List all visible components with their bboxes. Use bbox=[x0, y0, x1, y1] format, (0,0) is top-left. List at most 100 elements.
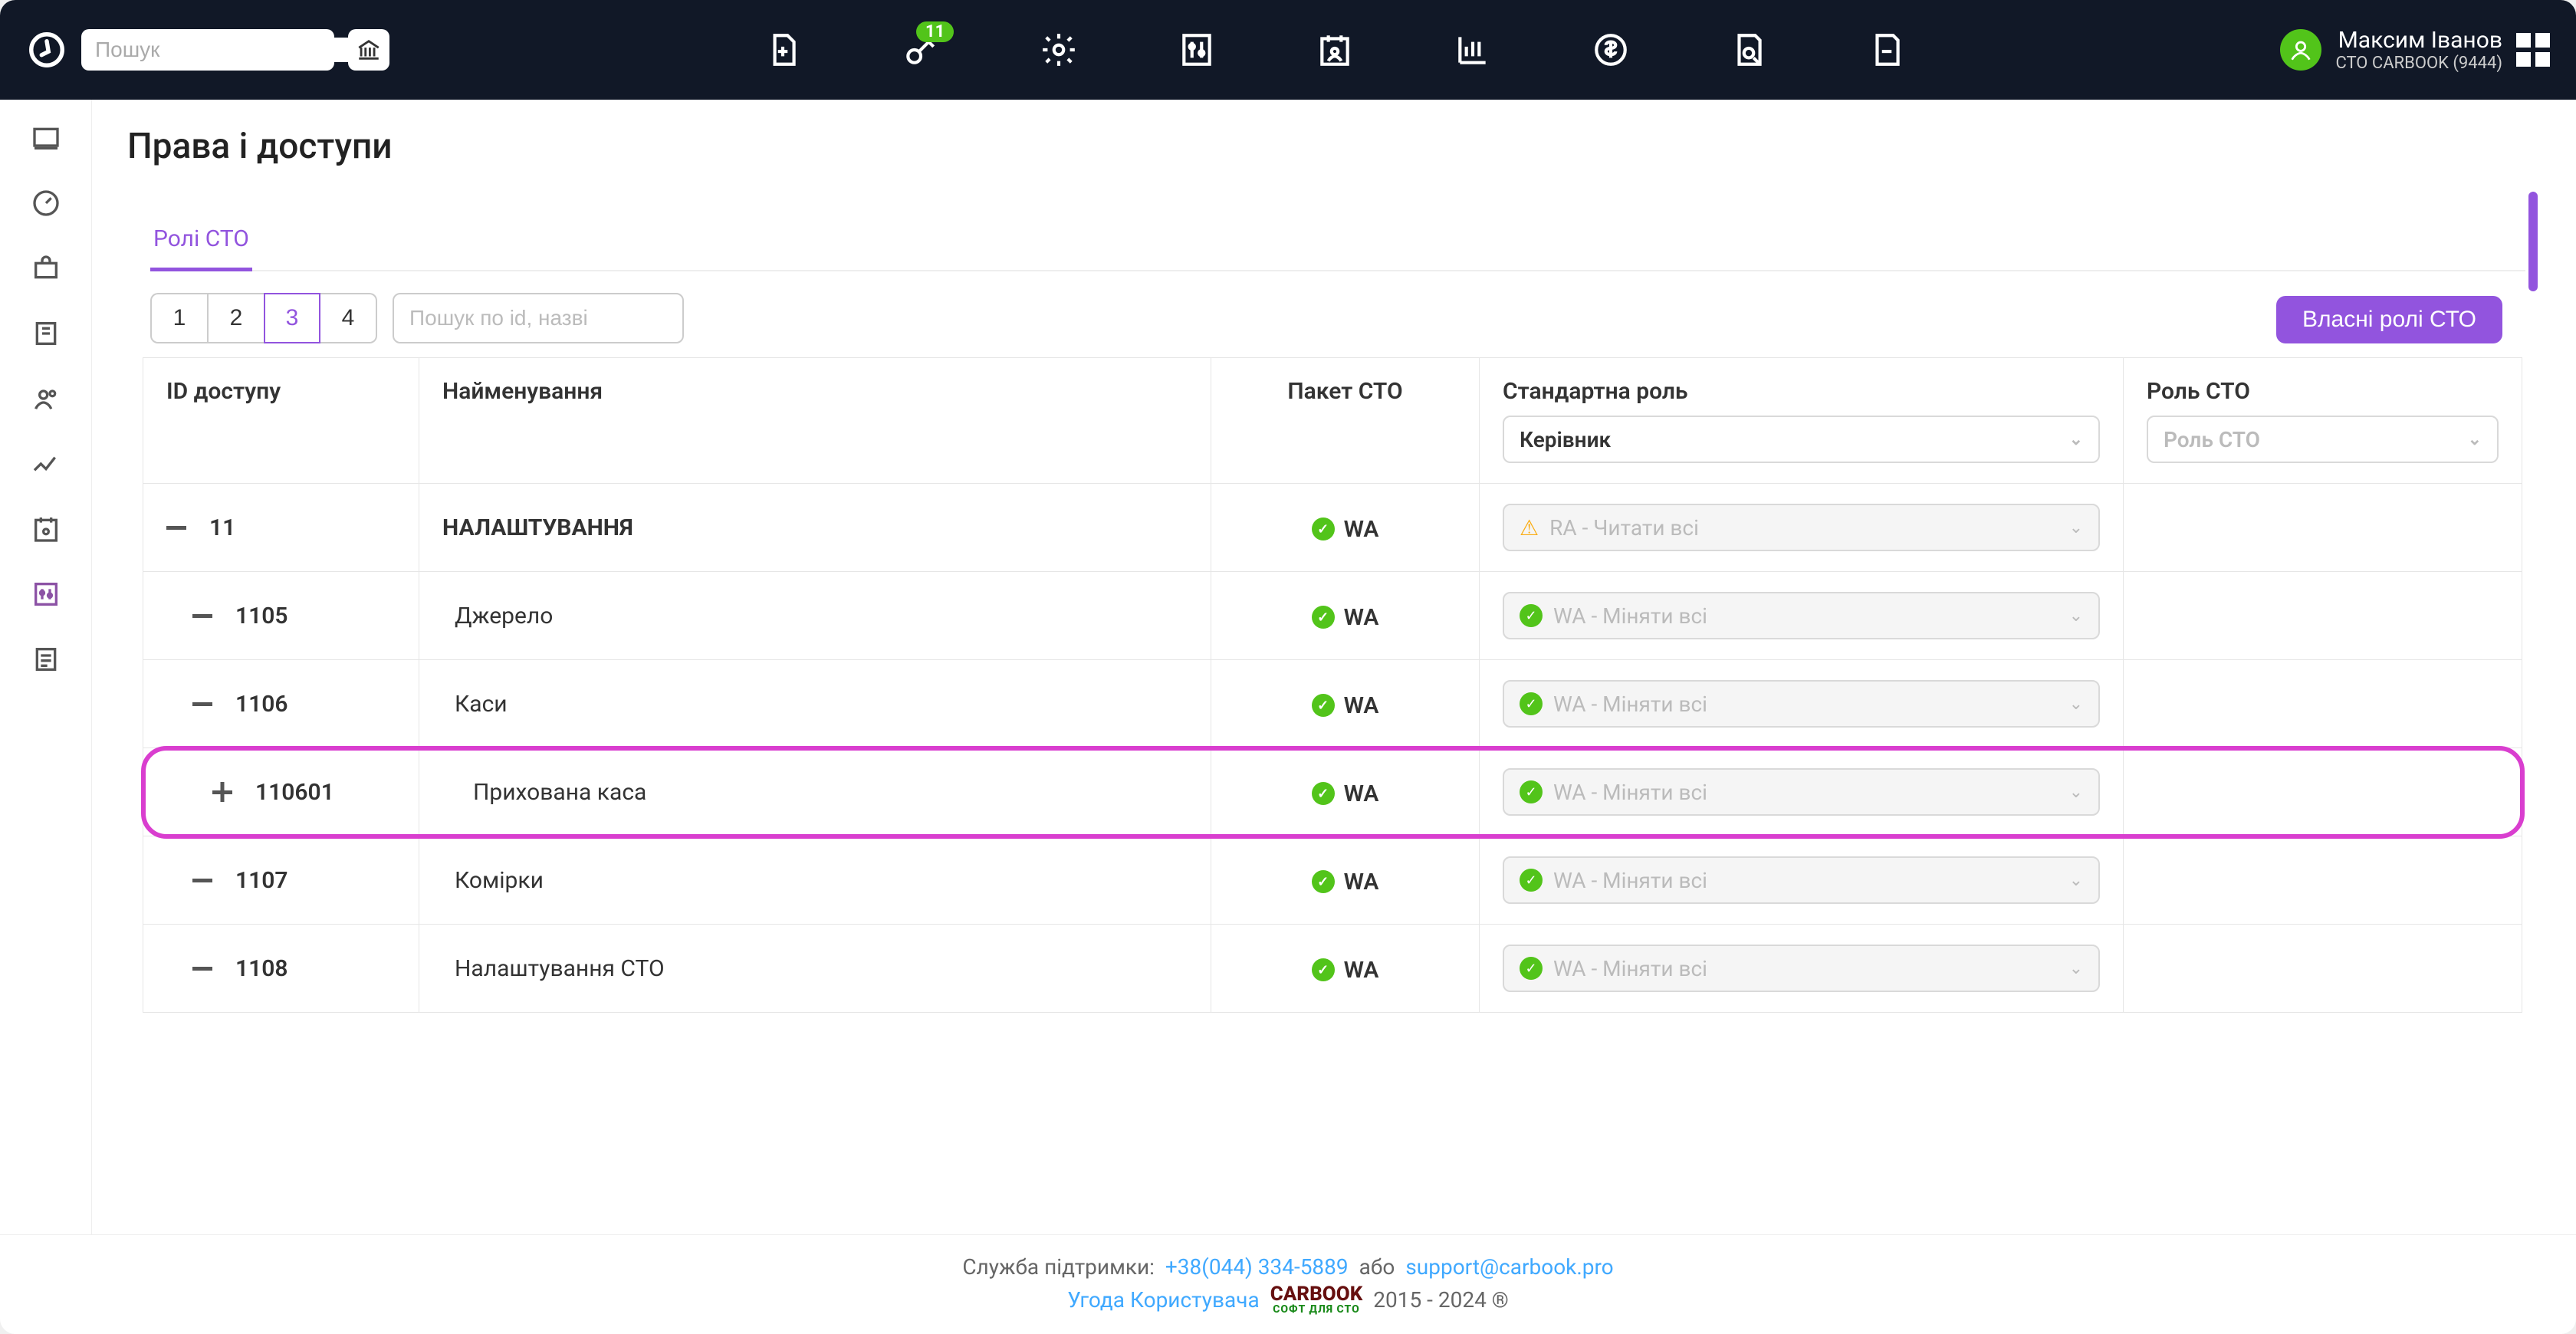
chevron-down-icon: ⌄ bbox=[2468, 430, 2482, 449]
sidebar-users-icon[interactable] bbox=[31, 383, 61, 414]
row-name: Джерело bbox=[442, 603, 1188, 629]
table-row: 1107КоміркиWAWA - Міняти всі⌄ bbox=[143, 836, 2522, 925]
check-icon bbox=[1520, 604, 1543, 627]
row-std-label: WA - Міняти всі bbox=[1553, 868, 1707, 893]
calendar-user-icon[interactable] bbox=[1316, 31, 1354, 69]
page-3[interactable]: 3 bbox=[264, 293, 320, 343]
row-std-select[interactable]: WA - Міняти всі⌄ bbox=[1503, 768, 2100, 816]
row-std-select[interactable]: WA - Міняти всі⌄ bbox=[1503, 592, 2100, 639]
permissions-table: ID доступу Найменування Пакет СТО Станда… bbox=[143, 357, 2522, 1013]
user-info[interactable]: Максим Іванов СТО CARBOOK (9444) bbox=[2335, 27, 2502, 73]
check-icon bbox=[1520, 957, 1543, 980]
check-icon bbox=[1520, 692, 1543, 715]
collapse-icon[interactable] bbox=[166, 526, 186, 530]
row-name: Каси bbox=[442, 691, 1188, 718]
th-pkg: Пакет СТО bbox=[1211, 358, 1480, 484]
footer-years: 2015 - 2024 ® bbox=[1373, 1287, 1508, 1313]
row-pkg: WA bbox=[1344, 692, 1379, 719]
row-pkg: WA bbox=[1344, 957, 1379, 984]
table-row: 1106 Каси WA WA - Міняти всі⌄ bbox=[143, 660, 2522, 748]
sidebar-dashboard-icon[interactable] bbox=[31, 123, 61, 153]
collapse-icon[interactable] bbox=[192, 967, 212, 971]
sidebar-calendar-icon[interactable] bbox=[31, 514, 61, 544]
chart-icon[interactable] bbox=[1454, 31, 1492, 69]
row-id: 11 bbox=[209, 514, 235, 541]
row-std-label: RA - Читати всі bbox=[1549, 515, 1699, 540]
user-name: Максим Іванов bbox=[2338, 27, 2502, 54]
row-name: Налаштування СТО bbox=[442, 955, 1188, 982]
row-std-label: WA - Міняти всі bbox=[1553, 603, 1707, 629]
content-panel: Ролі СТО 1234 Власні ролі СТО bbox=[127, 190, 2541, 1234]
chevron-down-icon: ⌄ bbox=[2069, 518, 2083, 537]
support-phone[interactable]: +38(044) 334-5889 bbox=[1165, 1254, 1349, 1280]
global-search[interactable] bbox=[81, 29, 334, 71]
row-std-select[interactable]: ⚠ RA - Читати всі ⌄ bbox=[1503, 504, 2100, 551]
logo-icon[interactable] bbox=[26, 29, 67, 71]
row-id: 1107 bbox=[235, 867, 288, 894]
new-document-icon[interactable] bbox=[764, 31, 802, 69]
search-input[interactable] bbox=[95, 38, 372, 62]
page-4[interactable]: 4 bbox=[320, 293, 377, 343]
table-row: 1105ДжерелоWAWA - Міняти всі⌄ bbox=[143, 572, 2522, 660]
support-label: Служба підтримки: bbox=[962, 1254, 1155, 1280]
sidebar-briefcase-icon[interactable] bbox=[31, 253, 61, 284]
sidebar-gauge-icon[interactable] bbox=[31, 188, 61, 219]
row-name: НАЛАШТУВАННЯ bbox=[442, 514, 1188, 541]
gear-icon[interactable] bbox=[1040, 31, 1078, 69]
filter-input[interactable] bbox=[393, 293, 684, 343]
minus-doc-icon[interactable] bbox=[1868, 31, 1906, 69]
check-icon bbox=[1520, 869, 1543, 892]
table-row: 110601Прихована касаWAWA - Міняти всі⌄ bbox=[143, 748, 2522, 836]
std-role-select[interactable]: Керівник ⌄ bbox=[1503, 416, 2100, 463]
user-subtitle: СТО CARBOOK (9444) bbox=[2335, 54, 2502, 73]
support-email[interactable]: support@carbook.pro bbox=[1405, 1254, 1613, 1280]
expand-icon[interactable] bbox=[212, 790, 232, 794]
row-id: 1108 bbox=[235, 955, 288, 982]
check-icon bbox=[1312, 518, 1335, 540]
brand-logo: CARBOOK СОФТ ДЛЯ СТО bbox=[1270, 1284, 1363, 1315]
row-name: Комірки bbox=[442, 867, 1188, 894]
collapse-icon[interactable] bbox=[192, 879, 212, 882]
user-agreement-link[interactable]: Угода Користувача bbox=[1067, 1287, 1259, 1313]
warning-icon: ⚠ bbox=[1520, 515, 1539, 540]
home-bank-button[interactable] bbox=[348, 29, 389, 71]
check-icon bbox=[1312, 606, 1335, 629]
th-name: Найменування bbox=[419, 358, 1211, 484]
own-roles-button[interactable]: Власні ролі СТО bbox=[2276, 296, 2502, 343]
row-std-label: WA - Міняти всі bbox=[1553, 956, 1707, 981]
th-role: Роль СТО Роль СТО ⌄ bbox=[2124, 358, 2522, 484]
notification-badge: 11 bbox=[916, 21, 954, 42]
page-1[interactable]: 1 bbox=[150, 293, 207, 343]
check-icon bbox=[1312, 694, 1335, 717]
page-2[interactable]: 2 bbox=[207, 293, 264, 343]
avatar[interactable] bbox=[2280, 29, 2321, 71]
sidebar-list-icon[interactable] bbox=[31, 644, 61, 675]
collapse-icon[interactable] bbox=[192, 614, 212, 618]
th-id: ID доступу bbox=[143, 358, 419, 484]
page-title: Права і доступи bbox=[127, 126, 2541, 167]
collapse-icon[interactable] bbox=[192, 702, 212, 706]
scrollbar-thumb[interactable] bbox=[2528, 192, 2538, 291]
search-doc-icon[interactable] bbox=[1730, 31, 1768, 69]
key-icon[interactable]: 11 bbox=[902, 31, 940, 69]
sidebar-sliders-icon[interactable] bbox=[31, 579, 61, 610]
row-std-select[interactable]: WA - Міняти всі⌄ bbox=[1503, 680, 2100, 728]
table-row: 1108 Налаштування СТО WA WA - Міняти всі ⌄ bbox=[143, 925, 2522, 1013]
th-std: Стандартна роль Керівник ⌄ bbox=[1480, 358, 2124, 484]
row-std-select[interactable]: WA - Міняти всі⌄ bbox=[1503, 856, 2100, 904]
row-std-label: WA - Міняти всі bbox=[1553, 692, 1707, 717]
check-icon bbox=[1312, 958, 1335, 981]
row-id: 1106 bbox=[235, 691, 288, 718]
role-select[interactable]: Роль СТО ⌄ bbox=[2147, 416, 2499, 463]
tab-roles-sto[interactable]: Ролі СТО bbox=[150, 221, 252, 271]
check-icon bbox=[1312, 870, 1335, 893]
apps-grid-icon[interactable] bbox=[2516, 33, 2550, 67]
chevron-down-icon: ⌄ bbox=[2069, 959, 2083, 978]
sidebar-book-icon[interactable] bbox=[31, 318, 61, 349]
sliders-icon[interactable] bbox=[1178, 31, 1216, 69]
sidebar bbox=[0, 100, 92, 1234]
row-std-select[interactable]: WA - Міняти всі ⌄ bbox=[1503, 945, 2100, 992]
check-icon bbox=[1312, 782, 1335, 805]
sidebar-trend-icon[interactable] bbox=[31, 449, 61, 479]
dollar-icon[interactable] bbox=[1592, 31, 1630, 69]
